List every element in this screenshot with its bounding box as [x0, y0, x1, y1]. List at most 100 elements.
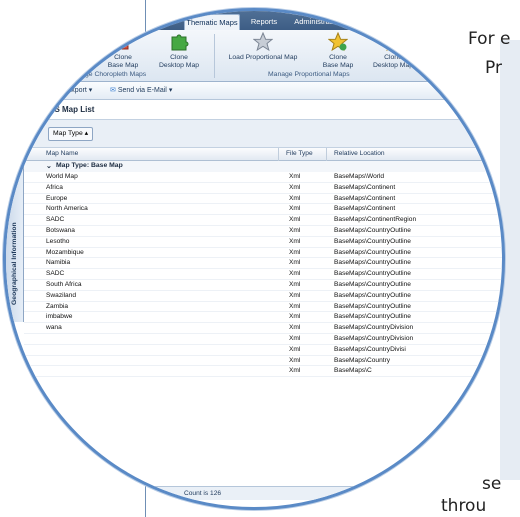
ribbon: Clone Base Map Clone Desktop Map Load Pr…: [6, 30, 502, 82]
clone-base-map-button[interactable]: Clone Base Map: [98, 32, 148, 70]
group-row-base-map[interactable]: ⌄ Map Type: Base Map: [24, 161, 502, 172]
cell-type: Xml: [289, 205, 301, 213]
tab-administration[interactable]: Administration: [289, 14, 347, 30]
cell-loc: BaseMaps\CountryDivisi: [334, 345, 406, 353]
star-add-icon: [328, 32, 348, 52]
cell-loc: BaseMaps\CountryOutline: [334, 237, 411, 245]
clone-desktop-map-button[interactable]: Clone Desktop Map: [151, 32, 207, 70]
cell-loc: BaseMaps\CountryOutline: [334, 291, 411, 299]
cell-name: World Map: [46, 173, 78, 180]
cell-type: Xml: [289, 183, 301, 191]
puzzle-icon: [171, 34, 189, 51]
table-row[interactable]: Swaziland Xml BaseMaps\CountryOutline: [24, 291, 502, 302]
cell-type: Xml: [289, 270, 301, 278]
cell-loc: BaseMaps\CountryOutline: [334, 280, 411, 288]
table-row[interactable]: SADC Xml BaseMaps\CountryOutline: [24, 269, 502, 280]
table-row[interactable]: SADC Xml BaseMaps\ContinentRegion: [24, 215, 502, 226]
cell-name: Africa: [46, 183, 63, 191]
table-row[interactable]: Namibia Xml BaseMaps\CountryOutline: [24, 258, 502, 270]
tab-reports[interactable]: Reports: [244, 14, 284, 30]
cell-type: Xml: [289, 248, 301, 256]
table-row[interactable]: Lesotho Xml BaseMaps\CountryOutline: [24, 237, 502, 248]
ribbon-tab-bar: aps Thematic Maps Reports Administration: [6, 11, 502, 30]
cell-type: Xml: [289, 367, 301, 375]
table-row[interactable]: Botswana Xml BaseMaps\CountryOutline: [24, 226, 502, 237]
cell-loc: BaseMaps\CountryOutline: [334, 248, 411, 256]
table-row[interactable]: North America Xml BaseMaps\Continent: [24, 204, 502, 216]
table-row[interactable]: Xml BaseMaps\Country: [24, 356, 502, 367]
cell-loc: BaseMaps\Continent: [334, 183, 396, 191]
cell-loc: BaseMaps\CountryOutline: [334, 313, 411, 321]
table-row[interactable]: imbabwe Xml BaseMaps\CountryOutline: [24, 312, 502, 324]
table-row[interactable]: Europe Xml BaseMaps\Continent: [24, 194, 502, 205]
cell-type: Xml: [289, 226, 301, 234]
cell-type: Xml: [289, 334, 301, 342]
cell-type: Xml: [289, 302, 301, 310]
column-separator: [278, 148, 279, 161]
table-row[interactable]: Zambia Xml BaseMaps\CountryOutline: [24, 302, 502, 313]
cell-loc: BaseMaps\Country: [334, 356, 391, 364]
cell-type: Xml: [289, 280, 301, 288]
tab-maps[interactable]: aps: [152, 14, 180, 30]
tab-thematic-maps[interactable]: Thematic Maps: [184, 14, 240, 30]
load-proportional-map-button[interactable]: Load Proportional Map: [220, 32, 306, 62]
table-row[interactable]: Xml BaseMaps\CountryDivisi: [24, 345, 502, 356]
cell-type: Xml: [289, 345, 301, 353]
table-row[interactable]: South Africa Xml BaseMaps\CountryOutline: [24, 280, 502, 291]
cell-loc: BaseMaps\Continent: [334, 194, 396, 202]
group-by-panel: Map Type ▴: [6, 120, 502, 148]
list-header: GIS Map List: [6, 100, 502, 120]
cell-loc: BaseMaps\C: [334, 367, 372, 375]
email-icon: ✉: [110, 87, 116, 94]
send-email-button[interactable]: ✉ Send via E-Mail ▾: [110, 86, 172, 94]
cell-name: wana: [46, 324, 62, 332]
cell-type: Xml: [289, 356, 301, 364]
cell-loc: BaseMaps\CountryDivision: [334, 324, 414, 332]
cell-name: Namibia: [46, 259, 71, 267]
magnifier-lens: aps Thematic Maps Reports Administration…: [3, 8, 505, 510]
cell-loc: BaseMaps\CountryOutline: [334, 302, 411, 310]
cell-type: Xml: [289, 313, 301, 321]
export-button[interactable]: ▢ Export ▾: [58, 86, 92, 94]
cell-type: Xml: [289, 259, 301, 267]
table-row[interactable]: Xml BaseMaps\CountryDivision: [24, 334, 502, 345]
cell-type: Xml: [289, 194, 301, 202]
chevron-down-icon: ▾: [88, 87, 93, 94]
list-toolbar: ▢ Export ▾ ✉ Send via E-Mail ▾ ⟳: [6, 82, 502, 166]
clone-base-map-button-2[interactable]: Clone Base Map: [313, 32, 363, 70]
table-row[interactable]: Africa Xml BaseMaps\Continent: [24, 183, 502, 194]
group-separator: [214, 34, 215, 78]
record-count: Count is 126: [184, 490, 222, 497]
clone-desktop-map-button-2[interactable]: Clone Desktop Map: [366, 32, 420, 70]
cell-loc: BaseMaps\Continent: [334, 205, 396, 213]
cell-type: Xml: [289, 173, 301, 180]
cell-loc: BaseMaps\ContinentRegion: [334, 216, 417, 224]
list-footer: Count is 126: [24, 486, 502, 500]
export-icon: ▢: [58, 87, 65, 94]
group-by-map-type-button[interactable]: Map Type ▴: [48, 127, 94, 141]
cell-type: Xml: [289, 291, 301, 299]
table-row[interactable]: Xml BaseMaps\C: [24, 366, 502, 378]
cell-name: South Africa: [46, 280, 82, 288]
cell-loc: BaseMaps\CountryOutline: [334, 270, 411, 278]
table-row[interactable]: wana Xml BaseMaps\CountryDivision: [24, 323, 502, 334]
collapse-icon[interactable]: ⌄: [46, 162, 52, 170]
cell-type: Xml: [289, 216, 301, 224]
cell-name: Swaziland: [46, 291, 77, 299]
star-edit-icon: [383, 32, 403, 52]
cell-name: SADC: [46, 270, 65, 278]
column-header-relative-location[interactable]: Relative Location: [334, 150, 385, 157]
cell-loc: BaseMaps\CountryOutline: [334, 259, 411, 267]
cell-name: SADC: [46, 216, 65, 224]
column-header-map-name[interactable]: Map Name: [46, 150, 78, 157]
table-row[interactable]: Mozambique Xml BaseMaps\CountryOutline: [24, 248, 502, 259]
cell-loc: BaseMaps\World: [334, 173, 385, 180]
column-header-row: Map Name File Type Relative Location: [24, 148, 502, 161]
map-pin-icon: [115, 33, 131, 50]
app-window: aps Thematic Maps Reports Administration…: [6, 11, 502, 507]
cell-name: imbabwe: [46, 313, 73, 321]
cell-name: Zambia: [46, 302, 68, 310]
side-tab-geographical-information[interactable]: Geographical Information: [6, 100, 24, 322]
table-row[interactable]: World Map Xml BaseMaps\World: [24, 172, 502, 183]
column-header-file-type[interactable]: File Type: [286, 150, 313, 157]
